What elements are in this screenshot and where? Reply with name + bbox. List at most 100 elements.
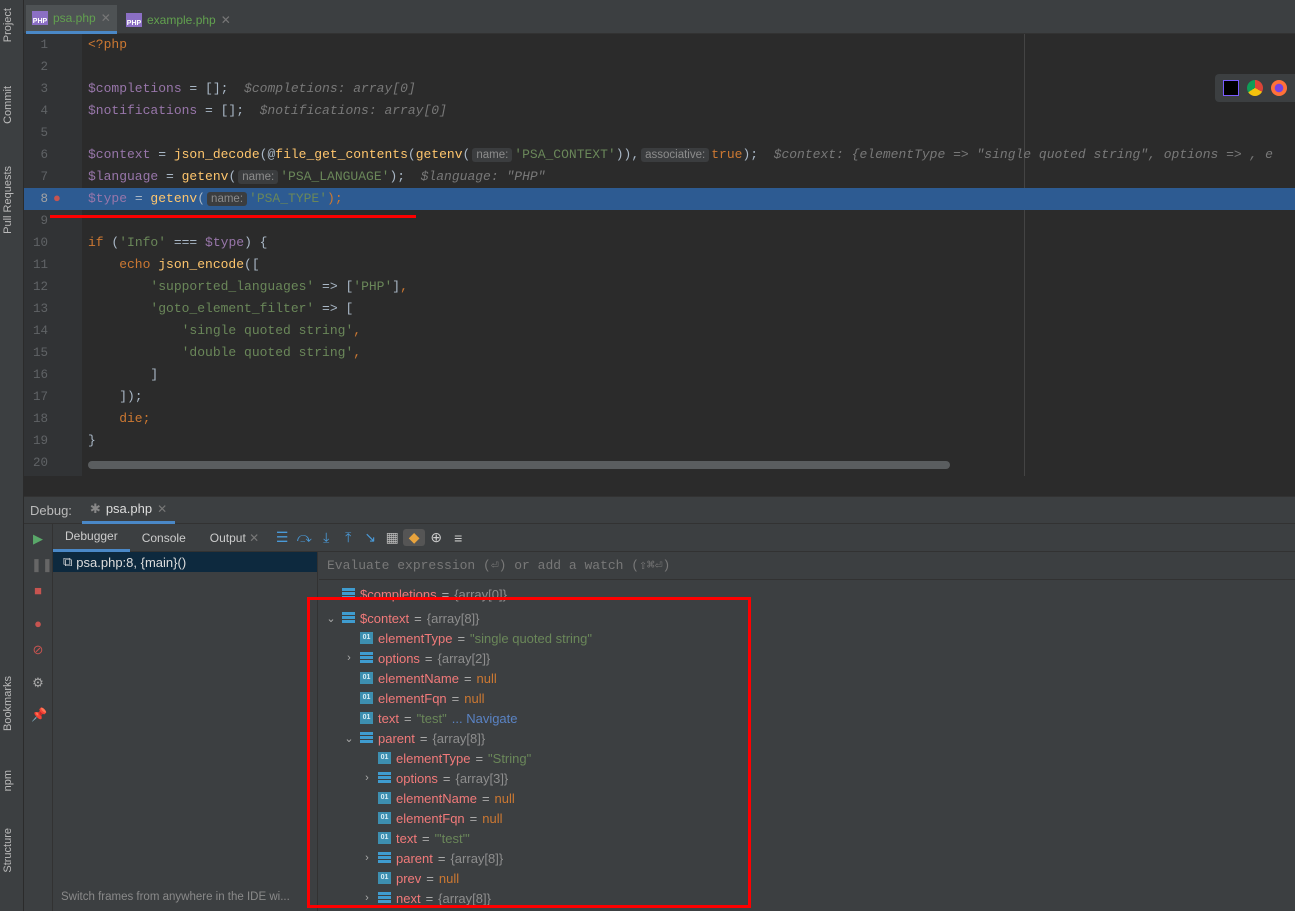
step-out-icon[interactable]: ⤒ — [337, 529, 359, 546]
chrome-icon[interactable] — [1247, 80, 1263, 96]
code-token: 'supported_languages' — [88, 279, 315, 294]
line-number: 17 — [32, 390, 48, 404]
session-label: psa.php — [105, 501, 153, 516]
code-line[interactable]: 17 ]); — [24, 386, 1295, 408]
code-token: ([ — [244, 257, 260, 272]
close-icon[interactable]: ✕ — [221, 13, 231, 27]
stop-icon[interactable]: ■ — [31, 584, 45, 598]
tool-bookmarks[interactable]: Bookmarks — [2, 676, 14, 731]
code-token: if — [88, 235, 104, 250]
firefox-icon[interactable] — [1271, 80, 1287, 96]
code-token: , — [353, 345, 362, 360]
close-icon[interactable]: ✕ — [101, 11, 111, 25]
tool-project[interactable]: Project — [2, 8, 14, 42]
close-icon[interactable]: ✕ — [249, 531, 259, 545]
code-line[interactable]: 13 'goto_element_filter' => [ — [24, 298, 1295, 320]
code-token: getenv — [181, 169, 229, 184]
frames-panel: ⧉ psa.php:8, {main}() Switch frames from… — [53, 552, 318, 911]
tab-example-php[interactable]: PHP example.php ✕ — [120, 5, 237, 34]
code-token: = — [150, 147, 174, 162]
code-text: die; — [88, 408, 150, 430]
code-line[interactable]: 12 'supported_languages' => ['PHP'], — [24, 276, 1295, 298]
code-text: $context = json_decode(@file_get_content… — [88, 144, 1273, 166]
tab-console[interactable]: Console — [130, 524, 198, 552]
code-line[interactable]: 8 ● $type = getenv(name: 'PSA_TYPE'); — [24, 188, 1295, 210]
line-number: 4 — [40, 104, 48, 118]
code-token: => [ — [314, 301, 354, 316]
tab-psa-php[interactable]: PHP psa.php ✕ — [26, 5, 117, 34]
evaluate-icon[interactable]: ▦ — [381, 529, 403, 546]
tool-structure[interactable]: Structure — [2, 828, 14, 873]
add-watch-icon[interactable]: ≡ — [447, 530, 469, 546]
code-token: 'double quoted string' — [88, 345, 354, 360]
line-number: 19 — [32, 434, 48, 448]
line-number: 11 — [32, 258, 48, 272]
tool-pull-requests[interactable]: Pull Requests — [2, 166, 14, 234]
run-to-cursor-icon[interactable]: ↘ — [359, 529, 381, 546]
tool-npm[interactable]: npm — [2, 770, 14, 791]
code-line[interactable]: 1 <?php — [24, 34, 1295, 56]
step-over-icon[interactable]: ⤼ — [293, 529, 315, 546]
parameter-hint: associative: — [641, 148, 710, 162]
code-line[interactable]: 7 $language = getenv(name: 'PSA_LANGUAGE')… — [24, 166, 1295, 188]
code-token: ( — [407, 147, 416, 162]
pin-icon[interactable]: 📌 — [31, 708, 47, 722]
code-line[interactable]: 9 — [24, 210, 1295, 232]
code-line[interactable]: 14 'single quoted string', — [24, 320, 1295, 342]
code-line[interactable]: 3 $completions = []; $completions: array[… — [24, 78, 1295, 100]
line-number: 16 — [32, 368, 48, 382]
debug-session-tab[interactable]: ✱ psa.php ✕ — [81, 497, 176, 524]
evaluate-expression-input[interactable]: Evaluate expression (⏎) or add a watch (… — [319, 552, 1295, 580]
view-breakpoints-icon[interactable]: ● — [31, 617, 45, 631]
breakpoint-icon[interactable]: ● — [53, 188, 61, 210]
code-text: <?php — [88, 34, 127, 56]
code-token: $type — [88, 191, 128, 206]
code-line[interactable]: 18 die; — [24, 408, 1295, 430]
code-token: $language: "PHP" — [405, 169, 546, 184]
menu-icon[interactable]: ☰ — [271, 529, 293, 546]
resume-icon[interactable]: ▶ — [31, 532, 45, 546]
line-number: 18 — [32, 412, 48, 426]
code-token: <?php — [88, 37, 128, 52]
close-icon[interactable]: ✕ — [157, 502, 167, 516]
step-into-icon[interactable]: ⤓ — [315, 529, 337, 546]
code-text: 'supported_languages' => ['PHP'], — [88, 276, 408, 298]
tab-debugger[interactable]: Debugger — [53, 524, 130, 552]
code-line[interactable]: 10 if ('Info' === $type) { — [24, 232, 1295, 254]
code-token: 'PHP' — [353, 279, 393, 294]
tool-commit[interactable]: Commit — [2, 86, 14, 124]
code-token: 'PSA_CONTEXT' — [514, 147, 616, 162]
code-token: => [ — [314, 279, 354, 294]
code-line[interactable]: 2 — [24, 56, 1295, 78]
php-console-icon[interactable]: ◆ — [403, 529, 426, 546]
settings-icon[interactable]: ⚙ — [31, 676, 45, 690]
code-editor[interactable]: 1 <?php 2 3 $completions = []; $completions:… — [24, 34, 1295, 476]
code-token: ] — [392, 279, 401, 294]
horizontal-scrollbar[interactable] — [88, 461, 950, 469]
code-line[interactable]: 4 $notifications = []; $notifications: ar… — [24, 100, 1295, 122]
code-text: echo json_encode([ — [88, 254, 260, 276]
code-line[interactable]: 19} — [24, 430, 1295, 452]
code-line[interactable]: 15 'double quoted string', — [24, 342, 1295, 364]
code-token: $completions: array[0] — [228, 81, 416, 96]
code-line[interactable]: 11 echo json_encode([ — [24, 254, 1295, 276]
code-line[interactable]: 16 ] — [24, 364, 1295, 386]
line-number: 5 — [40, 126, 48, 140]
line-number: 13 — [32, 302, 48, 316]
pause-icon[interactable]: ❚❚ — [31, 558, 53, 572]
mute-breakpoints-icon[interactable]: ⊘ — [31, 643, 45, 657]
code-token: ( — [103, 235, 120, 250]
debug-label: Debug: — [30, 502, 72, 518]
code-text: 'goto_element_filter' => [ — [88, 298, 353, 320]
annotation-underline — [50, 215, 416, 218]
tab-output[interactable]: Output ✕ — [198, 524, 271, 552]
phpstorm-icon[interactable] — [1223, 80, 1239, 96]
frame-item[interactable]: ⧉ psa.php:8, {main}() — [53, 552, 317, 572]
parameter-hint: name: — [238, 170, 279, 184]
code-line[interactable]: 6 $context = json_decode(@file_get_conten… — [24, 144, 1295, 166]
code-token: === — [166, 235, 206, 250]
line-number: 10 — [32, 236, 48, 250]
code-line[interactable]: 5 — [24, 122, 1295, 144]
code-token: $type — [205, 235, 245, 250]
web-icon[interactable]: ⊕ — [425, 529, 447, 546]
